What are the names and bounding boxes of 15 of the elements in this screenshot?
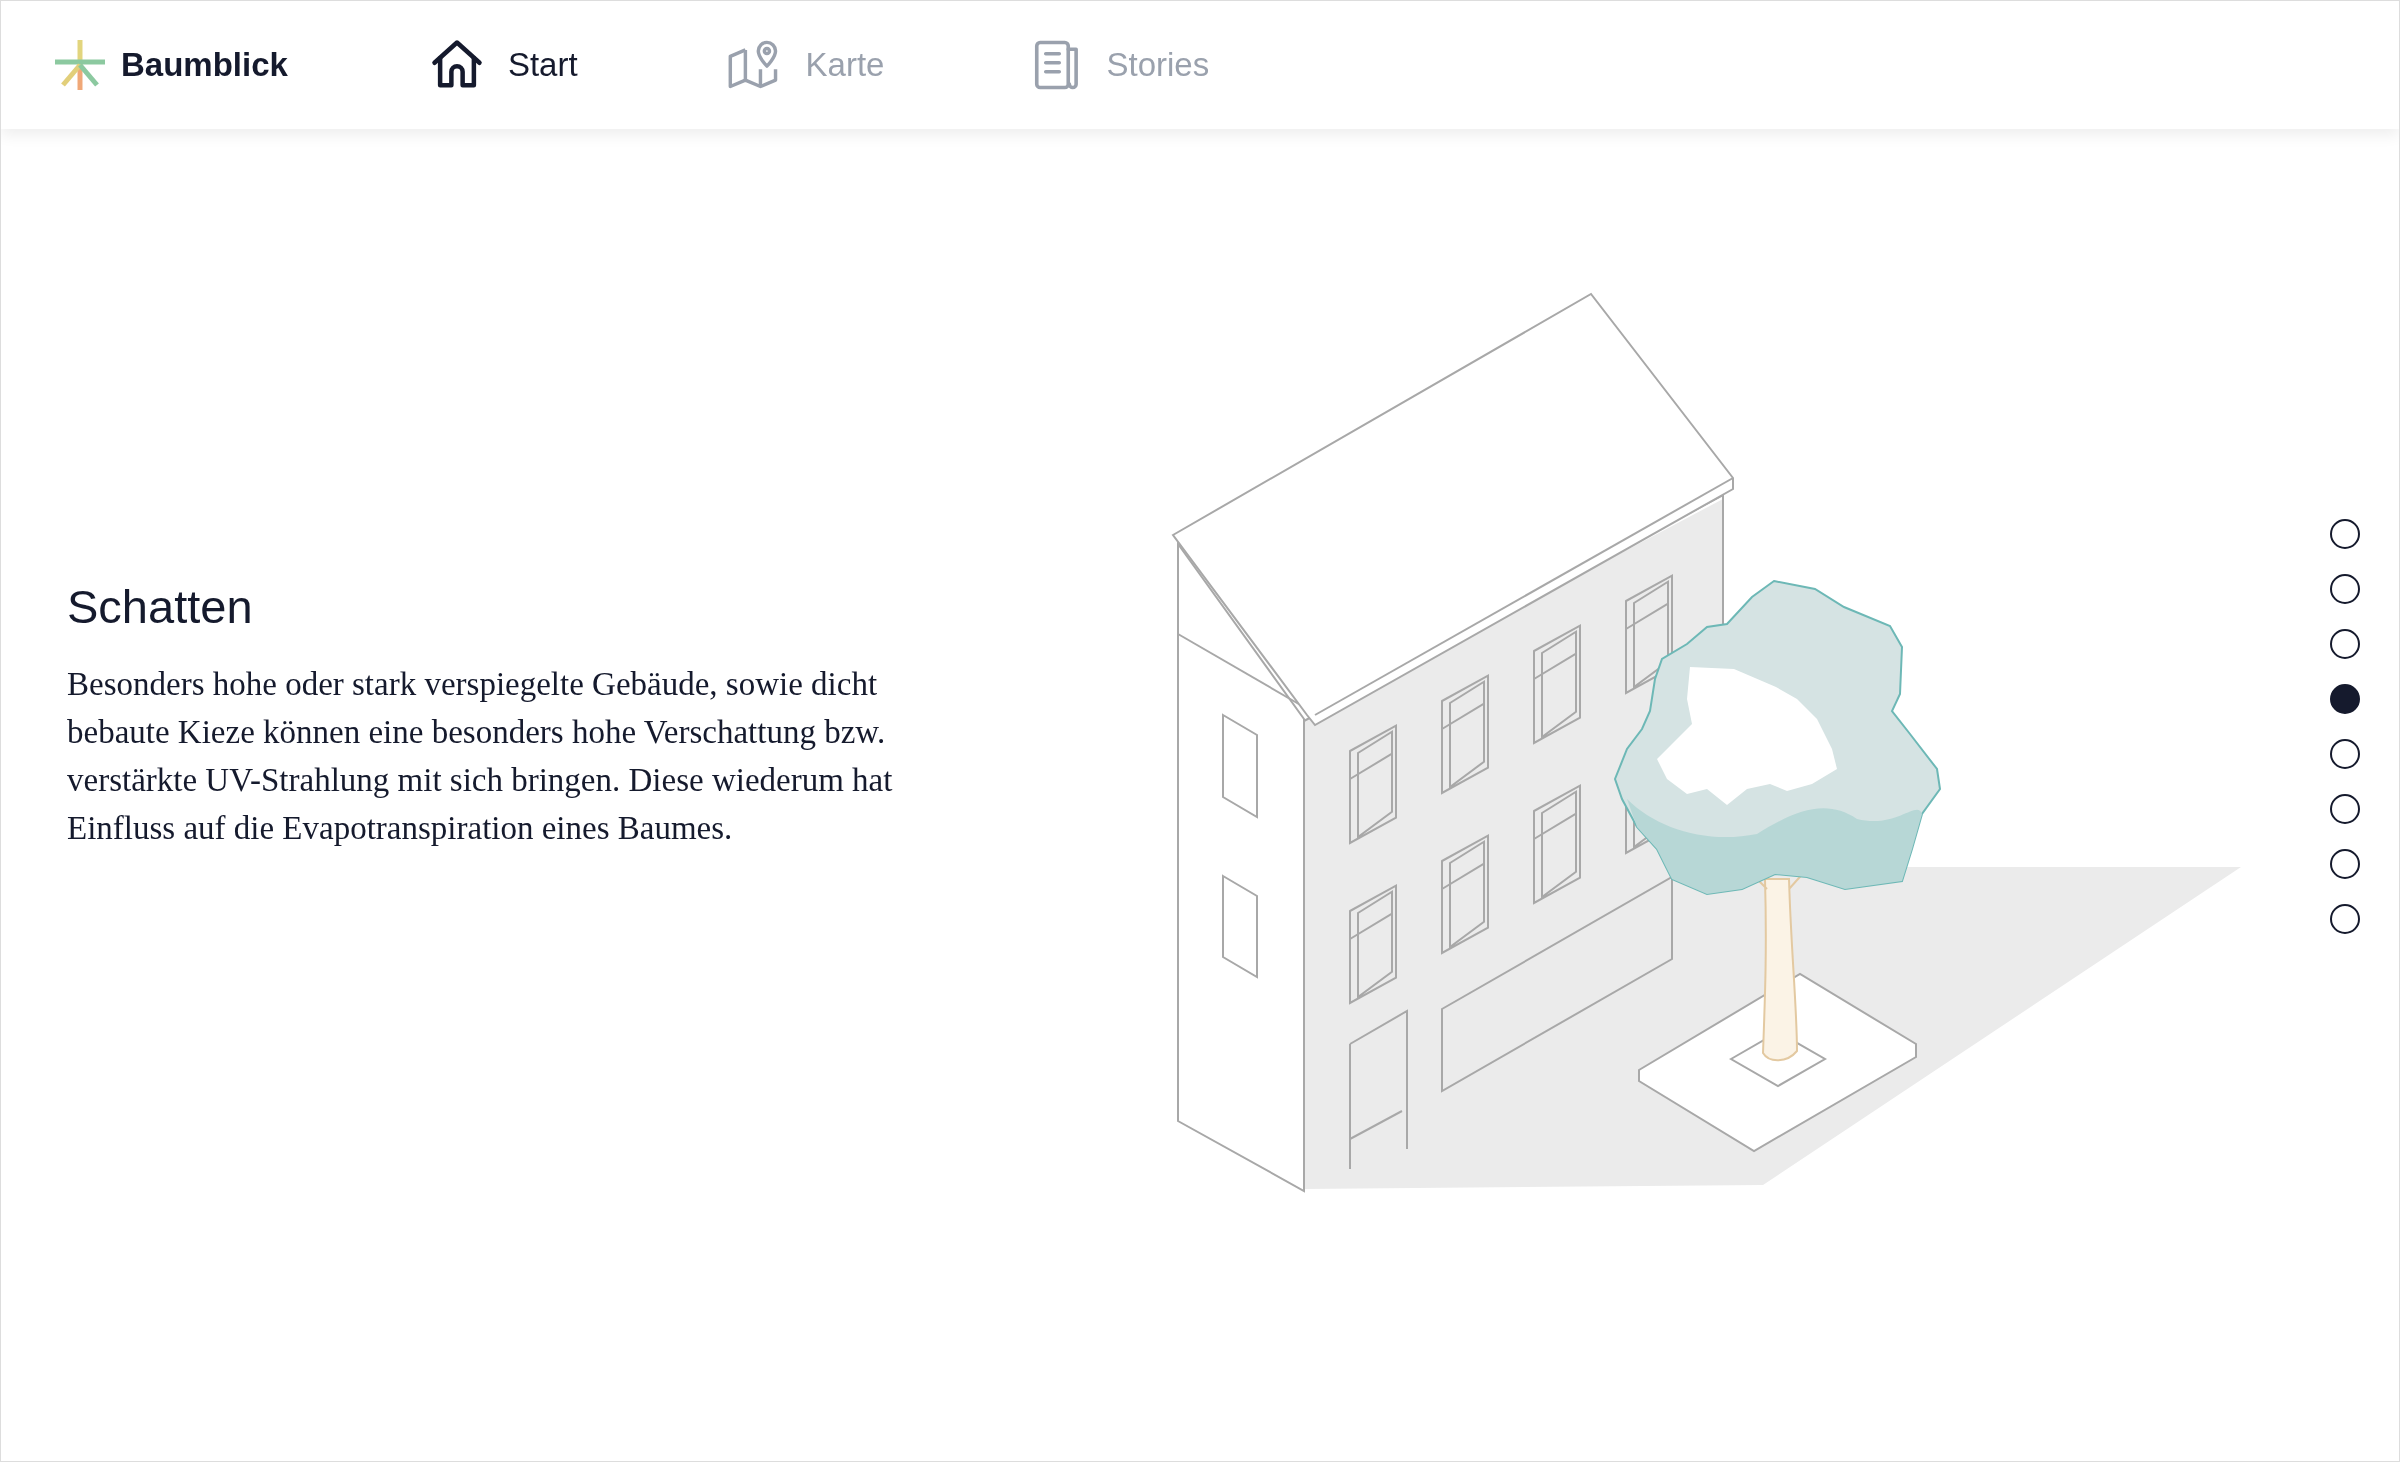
section-title: Schatten — [67, 579, 254, 634]
page-dot[interactable] — [2330, 849, 2360, 879]
brand-name: Baumblick — [121, 46, 288, 84]
section-text: Besonders hohe oder stark verspiegelte Gebäude, sowie dicht bebaute Kieze können eine besonders hohe Verschattung bzw. verstärkte UV-Strahlung mit sich bringen. Diese wiederum hat Einfluss auf die Evapotranspiration eines Baumes. — [67, 665, 894, 848]
page-dot[interactable] — [2330, 519, 2360, 549]
nav-link[interactable]: Karte — [725, 38, 885, 92]
logo-icon — [55, 40, 105, 90]
page-dot[interactable] — [2330, 574, 2360, 604]
page-dot[interactable] — [2330, 739, 2360, 769]
page-dot[interactable] — [2330, 629, 2360, 659]
page-dot[interactable] — [2330, 684, 2360, 714]
page-dot[interactable] — [2330, 794, 2360, 824]
nav-link[interactable]: Stories — [1032, 38, 1210, 92]
nav-link[interactable]: Start — [429, 38, 578, 92]
page-dot[interactable] — [2330, 904, 2360, 934]
